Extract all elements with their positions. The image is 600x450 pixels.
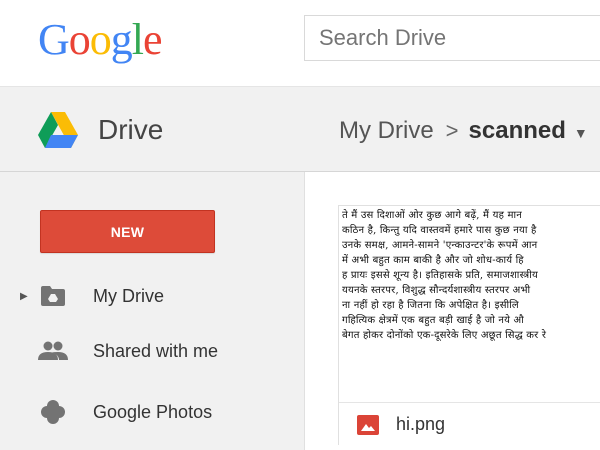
preview-text-line: ययनके स्तरपर, विशुद्ध सौन्दर्यशास्त्रीय … (342, 285, 531, 296)
logo-letter: o (68, 15, 91, 64)
logo-letter: o (89, 15, 112, 64)
file-footer[interactable]: hi.png (339, 402, 600, 446)
preview-text-line: उनके समक्ष, आमने-सामने 'एन्काउन्टर'के रू… (342, 240, 538, 251)
sidebar: NEW ▶ My Drive Shared with me Google Pho… (0, 172, 305, 450)
preview-text-line: कठिन है, किन्तु यदि वास्तवमें हमारे पास … (342, 225, 537, 236)
breadcrumb: My Drive > scanned ▼ (339, 115, 588, 147)
sidebar-item-label: Shared with me (93, 340, 219, 361)
preview-text-line: ह प्रायः इससे शून्य है। इतिहासके प्रति, … (342, 270, 538, 281)
search-input[interactable] (305, 16, 600, 60)
expand-arrow-icon[interactable]: ▶ (20, 291, 28, 302)
search-box[interactable] (304, 15, 600, 61)
drive-header: Drive My Drive > scanned ▼ (0, 86, 600, 172)
preview-text-line: ते मैं उस दिशाओं ओर कुछ आगे बढ़ें, मैं य… (342, 210, 523, 221)
preview-text-line: ना नहीं हो रहा है जितना कि अपेक्षित है। … (342, 300, 519, 311)
top-bar: Google (0, 0, 600, 86)
logo-letter: G (38, 15, 70, 64)
preview-text-line: में अभी बहुत काम बाकी है और जो शोध-कार्य… (342, 255, 524, 266)
file-card[interactable]: ते मैं उस दिशाओं ओर कुछ आगे बढ़ें, मैं य… (338, 205, 600, 446)
sidebar-item-google-photos[interactable]: Google Photos (0, 388, 304, 436)
new-button[interactable]: NEW (40, 210, 215, 253)
breadcrumb-separator-icon: > (445, 118, 459, 143)
drive-folder-icon (38, 281, 68, 311)
file-grid: ते मैं उस दिशाओं ओर कुछ आगे बढ़ें, मैं य… (306, 172, 600, 450)
sidebar-item-shared-with-me[interactable]: Shared with me (0, 327, 304, 375)
logo-letter: l (131, 15, 144, 64)
breadcrumb-my-drive[interactable]: My Drive (339, 117, 434, 145)
image-file-icon (357, 415, 379, 435)
logo-letter: g (110, 15, 133, 64)
google-drive-logo-icon[interactable] (38, 112, 78, 148)
sidebar-item-my-drive[interactable]: ▶ My Drive (0, 272, 304, 320)
pinwheel-icon (38, 397, 68, 427)
people-icon (38, 336, 68, 366)
google-logo[interactable]: Google (38, 12, 163, 68)
folder-menu-caret-icon[interactable]: ▼ (574, 125, 588, 141)
breadcrumb-current-folder[interactable]: scanned (469, 117, 566, 145)
file-thumbnail[interactable]: ते मैं उस दिशाओं ओर कुछ आगे बढ़ें, मैं य… (341, 208, 600, 398)
preview-text-line: गहित्यिक क्षेत्रमें एक बहुत बड़ी खाई है … (342, 315, 524, 326)
file-name: hi.png (396, 414, 446, 434)
sidebar-item-label: Google Photos (93, 401, 213, 422)
drive-app-name: Drive (98, 114, 164, 145)
sidebar-item-label: My Drive (93, 285, 164, 306)
preview-text-line: बेगत होकर दोनोंको एक-दूसरेके लिए अछूत सि… (342, 330, 547, 341)
logo-letter: e (143, 15, 163, 64)
